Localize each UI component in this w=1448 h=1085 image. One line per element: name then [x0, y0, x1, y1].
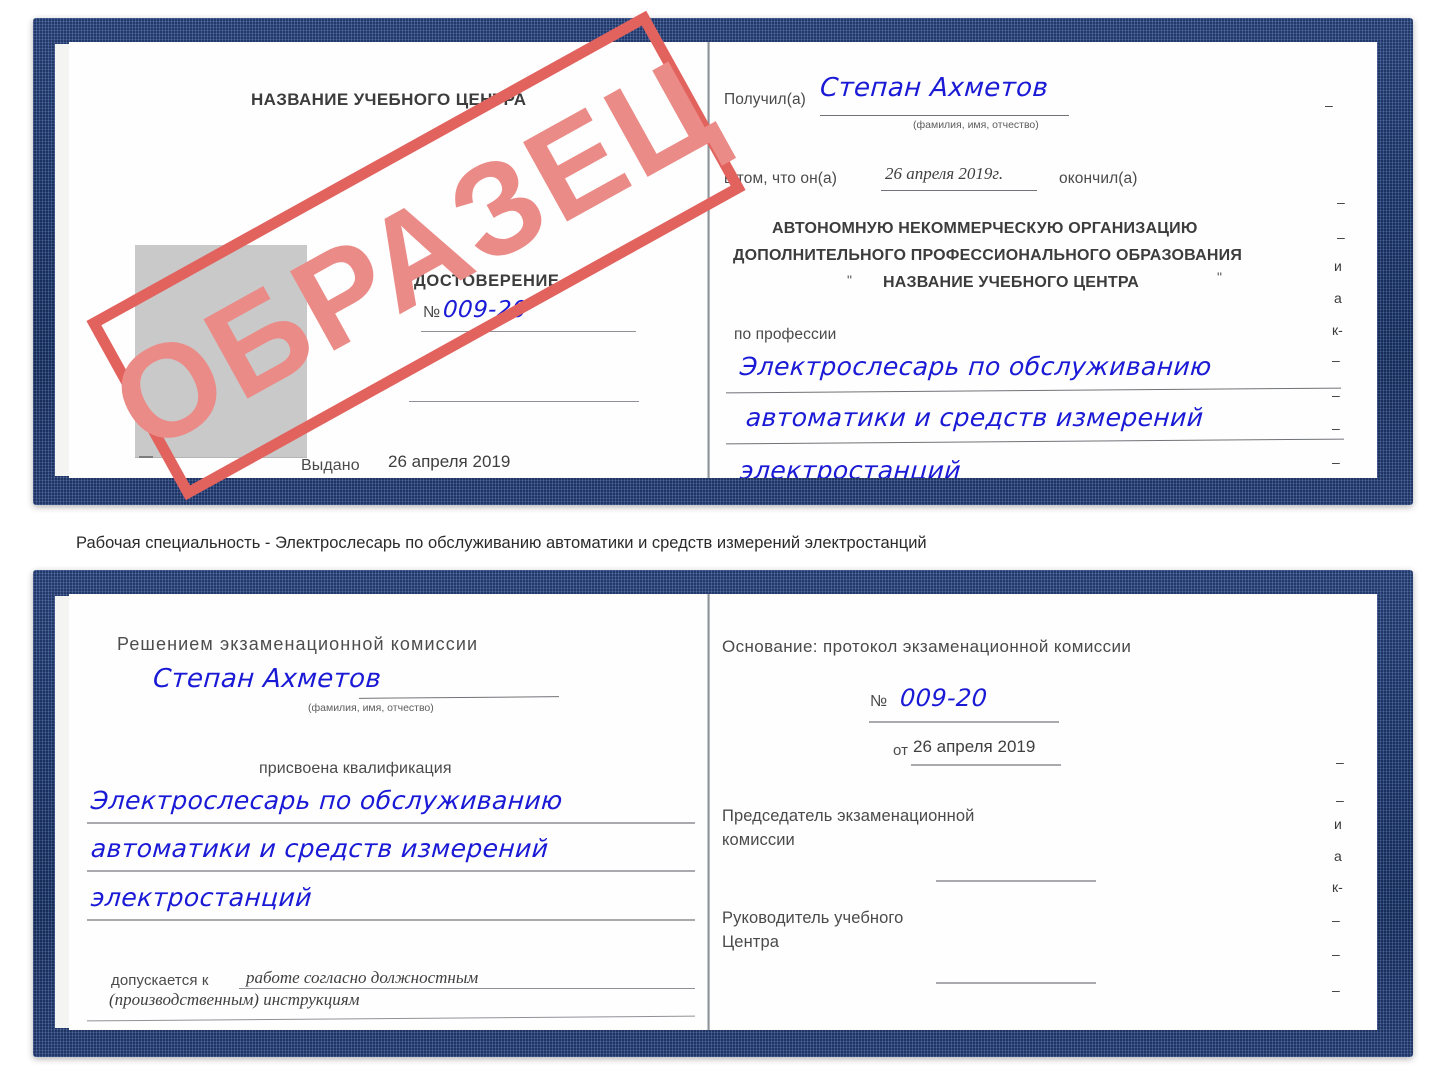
edge-fragment-10: – [1332, 454, 1340, 470]
protocol-date-rule [911, 764, 1061, 766]
edge-fragment-b4: а [1334, 848, 1342, 864]
edge-fragment-2: – [1337, 194, 1345, 210]
chairman-line-1: Председатель экзаменационной [722, 807, 975, 825]
photo-placeholder [135, 245, 307, 458]
edge-fragment-3: – [1337, 229, 1345, 245]
org-line-2: ДОПОЛНИТЕЛЬНОГО ПРОФЕССИОНАЛЬНОГО ОБРАЗО… [733, 247, 1243, 264]
profession-rule-1 [726, 387, 1341, 394]
completed-date-rule [881, 190, 1037, 191]
page-bottom-right: Основание: протокол экзаменационной коми… [710, 594, 1377, 1030]
number-value-top: 009-20 [442, 297, 528, 323]
edge-fragment-b7: – [1332, 946, 1340, 962]
certificate-pages-top: НАЗВАНИЕ УЧЕБНОГО ЦЕНТРА УДОСТОВЕРЕНИЕ №… [69, 42, 1377, 478]
org-quote-open: " [847, 272, 853, 288]
qualification-line-3: электростанций [89, 883, 314, 912]
qualification-rule-3 [87, 919, 695, 921]
org-line-1: АВТОНОМНУЮ НЕКОММЕРЧЕСКУЮ ОРГАНИЗАЦИЮ [772, 220, 1198, 237]
chairman-signature-rule [936, 880, 1096, 882]
sheet-edge-bottom [55, 596, 70, 1028]
admitted-value-line-2: (производственным) инструкциям [109, 990, 360, 1009]
photo-bottom-tick [139, 456, 153, 458]
fio-hint-bottom: (фамилия, имя, отчество) [308, 702, 434, 714]
edge-fragment-6: к- [1332, 322, 1343, 338]
edge-fragment-1: – [1325, 97, 1333, 113]
edge-fragment-b2: – [1336, 792, 1344, 808]
basis-label: Основание: протокол экзаменационной коми… [722, 637, 1132, 656]
page-bottom-left: Решением экзаменационной комиссии Степан… [69, 594, 707, 1030]
profession-label: по профессии [734, 326, 837, 343]
profession-rule-2 [726, 438, 1344, 445]
profession-line-2: автоматики и средств измерений [744, 403, 1205, 432]
sheet-edge-top [55, 44, 70, 476]
received-rule [820, 115, 1069, 116]
issued-label: Выдано [301, 457, 360, 474]
page-top-left: НАЗВАНИЕ УЧЕБНОГО ЦЕНТРА УДОСТОВЕРЕНИЕ №… [69, 42, 707, 478]
protocol-number-value: 009-20 [899, 684, 989, 712]
protocol-date-value: 26 апреля 2019 [913, 737, 1036, 756]
certificate-pages-bottom: Решением экзаменационной комиссии Степан… [69, 594, 1377, 1030]
edge-fragment-b1: – [1336, 754, 1344, 770]
edge-fragment-b8: – [1332, 982, 1340, 998]
number-rule-top [421, 331, 636, 332]
qualification-line-1: Электрослесарь по обслуживанию [89, 786, 564, 815]
edge-fragment-b5: к- [1332, 879, 1343, 895]
certificate-book-bottom: Решением экзаменационной комиссии Степан… [33, 570, 1413, 1057]
completed-date: 26 апреля 2019г. [885, 164, 1004, 183]
qualification-line-2: автоматики и средств измерений [89, 834, 550, 863]
head-signature-rule [936, 982, 1096, 984]
received-label: Получил(а) [724, 91, 806, 108]
edge-fragment-5: а [1334, 290, 1342, 306]
edge-fragment-b3: и [1334, 816, 1342, 832]
commission-heading: Решением экзаменационной комиссии [117, 634, 479, 654]
org-title-top-left: НАЗВАНИЕ УЧЕБНОГО ЦЕНТРА [251, 90, 527, 109]
edge-fragment-9: – [1332, 420, 1340, 436]
profession-line-1: Электрослесарь по обслуживанию [738, 352, 1213, 381]
edge-fragment-4: и [1334, 258, 1342, 274]
admitted-label: допускается к [111, 972, 209, 989]
edge-fragment-7: – [1332, 352, 1340, 368]
issued-value: 26 апреля 2019 [388, 452, 511, 471]
edge-fragment-8: – [1332, 387, 1340, 403]
in-that-label: в том, что он(а) [724, 170, 838, 187]
qualification-label: присвоена квалификация [259, 760, 452, 777]
admitted-rule-1 [239, 988, 695, 989]
admitted-rule-2 [87, 1015, 695, 1022]
completed-label: окончил(а) [1059, 170, 1138, 187]
page-caption: Рабочая специальность - Электрослесарь п… [76, 534, 927, 552]
page-top-right: Получил(а) Степан Ахметов (фамилия, имя,… [710, 42, 1377, 478]
commission-name-rule [358, 696, 560, 699]
org-quote-close: " [1217, 269, 1223, 285]
qualification-rule-1 [87, 822, 695, 824]
protocol-date-label: от [893, 742, 909, 759]
blank-rule-top-1 [409, 401, 639, 402]
chairman-line-2: комиссии [722, 831, 795, 849]
certificate-book-top: НАЗВАНИЕ УЧЕБНОГО ЦЕНТРА УДОСТОВЕРЕНИЕ №… [33, 18, 1413, 505]
fio-hint-top: (фамилия, имя, отчество) [913, 119, 1039, 131]
doc-type-label: УДОСТОВЕРЕНИЕ [404, 272, 560, 290]
profession-line-3: электростанций [738, 456, 963, 478]
qualification-rule-2 [87, 870, 695, 872]
head-line-2: Центра [722, 933, 780, 951]
admitted-value-line-1: работе согласно должностным [246, 968, 479, 987]
edge-fragment-b6: – [1332, 912, 1340, 928]
number-label-top: № [423, 304, 441, 321]
protocol-number-label: № [870, 693, 888, 710]
org-line-3: НАЗВАНИЕ УЧЕБНОГО ЦЕНТРА [883, 274, 1140, 291]
received-value: Степан Ахметов [818, 73, 1050, 103]
head-line-1: Руководитель учебного [722, 909, 904, 927]
commission-name-value: Степан Ахметов [151, 664, 383, 694]
protocol-number-rule [869, 721, 1059, 723]
